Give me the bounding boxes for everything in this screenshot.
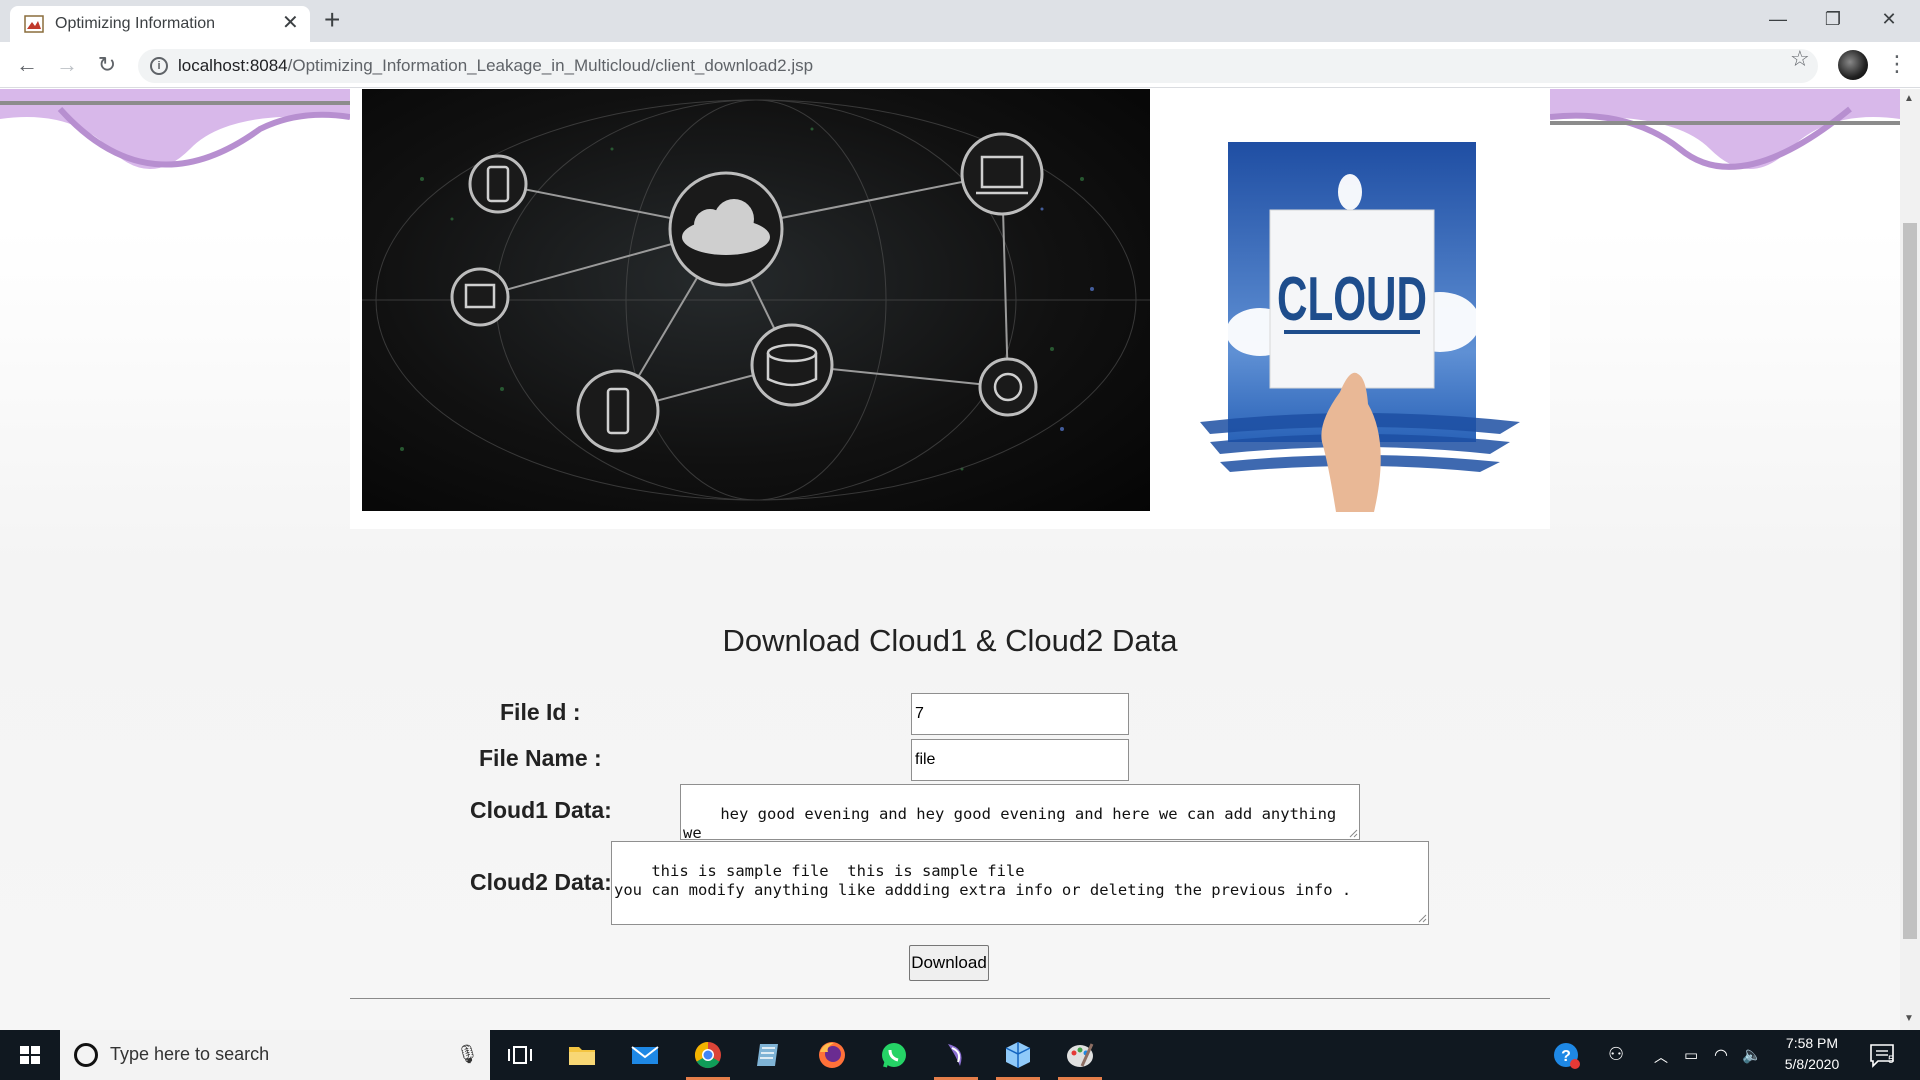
chrome-icon[interactable] [690,1038,726,1072]
taskbar-clock-time[interactable]: 7:58 PM [1770,1035,1854,1051]
resize-handle-icon[interactable] [1417,913,1427,923]
file-name-input[interactable] [911,739,1129,781]
scroll-up-arrow-icon[interactable]: ▲ [1904,93,1914,104]
notification-count-badge: 5 [1887,1054,1895,1066]
bookmark-star-icon[interactable]: ☆ [1790,46,1810,72]
purple-wave-decoration-left [0,89,350,169]
windows-taskbar: Type here to search 🎙 ? ⚇ ︿ ▭ ◠ 🔈 7:58 P… [0,1030,1920,1080]
help-icon[interactable]: ? [1553,1042,1581,1070]
taskbar-search-box[interactable]: Type here to search 🎙 [60,1030,490,1080]
browser-toolbar: ← → ↻ i localhost:8084/Optimizing_Inform… [0,42,1920,88]
reload-icon[interactable]: ↻ [92,50,122,80]
address-bar[interactable]: i localhost:8084/Optimizing_Information_… [138,49,1818,83]
resize-handle-icon[interactable] [1348,828,1358,838]
file-explorer-icon[interactable] [564,1038,600,1072]
taskbar-search-placeholder: Type here to search [110,1044,270,1064]
whatsapp-icon[interactable] [876,1038,912,1072]
profile-avatar[interactable] [1838,50,1868,80]
header-banner: CLOUD [350,89,1550,529]
forward-arrow-icon[interactable]: → [52,50,82,80]
page-scrollbar[interactable]: ▲ ▼ [1900,89,1920,1030]
firefox-icon[interactable] [814,1038,850,1072]
file-id-label: File Id : [500,699,581,725]
cortana-circle-icon [74,1043,98,1067]
minimize-icon[interactable]: — [1755,4,1801,34]
mail-icon[interactable] [627,1038,663,1072]
download-button[interactable]: Download [909,945,989,981]
cloud1-data-label: Cloud1 Data: [470,797,612,823]
show-hidden-icons-chevron-icon[interactable]: ︿ [1654,1047,1668,1067]
browser-tab[interactable]: Optimizing Information ✕ [10,6,310,42]
scrollbar-thumb[interactable] [1903,223,1917,939]
cloud2-data-label: Cloud2 Data: [470,869,612,895]
notepad-icon[interactable] [751,1038,787,1072]
page-viewport: CLOUD Download Cloud1 & Cloud2 Data File… [0,89,1900,1030]
windows-start-icon[interactable] [0,1030,60,1080]
new-tab-plus-icon[interactable]: + [324,5,340,35]
cloud2-data-textarea[interactable]: this is sample file this is sample file … [611,841,1429,925]
scroll-down-arrow-icon[interactable]: ▼ [1904,1013,1914,1024]
eclipse-icon[interactable] [938,1038,974,1072]
battery-icon[interactable]: ▭ [1684,1046,1698,1064]
file-name-label: File Name : [479,745,602,771]
cloud1-data-textarea[interactable]: hey good evening and hey good evening an… [680,784,1360,840]
browser-menu-icon[interactable]: ⋮ [1886,48,1908,80]
task-view-icon[interactable] [502,1038,538,1072]
virtualbox-icon[interactable] [1000,1038,1036,1072]
people-icon[interactable]: ⚇ [1608,1044,1624,1065]
close-window-icon[interactable]: ✕ [1866,4,1912,34]
cloud-sign-text: CLOUD [1277,265,1427,334]
cloud-sign-image: CLOUD [1200,142,1520,512]
tab-title: Optimizing Information [55,15,216,32]
back-arrow-icon[interactable]: ← [12,50,42,80]
svg-text:?: ? [1561,1048,1571,1065]
horizontal-divider [350,998,1550,999]
purple-wave-decoration-right [1550,89,1900,170]
page-title: Download Cloud1 & Cloud2 Data [722,623,1178,658]
taskbar-clock-date[interactable]: 5/8/2020 [1770,1056,1854,1072]
microphone-icon[interactable]: 🎙 [456,1044,479,1065]
url-text[interactable]: localhost:8084/Optimizing_Information_Le… [178,56,813,76]
page-favicon-icon [24,15,44,33]
wifi-icon[interactable]: ◠ [1714,1045,1728,1065]
tab-close-icon[interactable]: ✕ [282,12,299,34]
file-id-input[interactable] [911,693,1129,735]
cloud-network-image [362,89,1150,511]
restore-icon[interactable]: ❐ [1810,4,1856,34]
site-info-icon[interactable]: i [150,57,168,75]
browser-tab-strip: Optimizing Information ✕ + — ❐ ✕ [0,0,1920,42]
paint-icon[interactable] [1062,1038,1098,1072]
volume-icon[interactable]: 🔈 [1742,1045,1762,1065]
